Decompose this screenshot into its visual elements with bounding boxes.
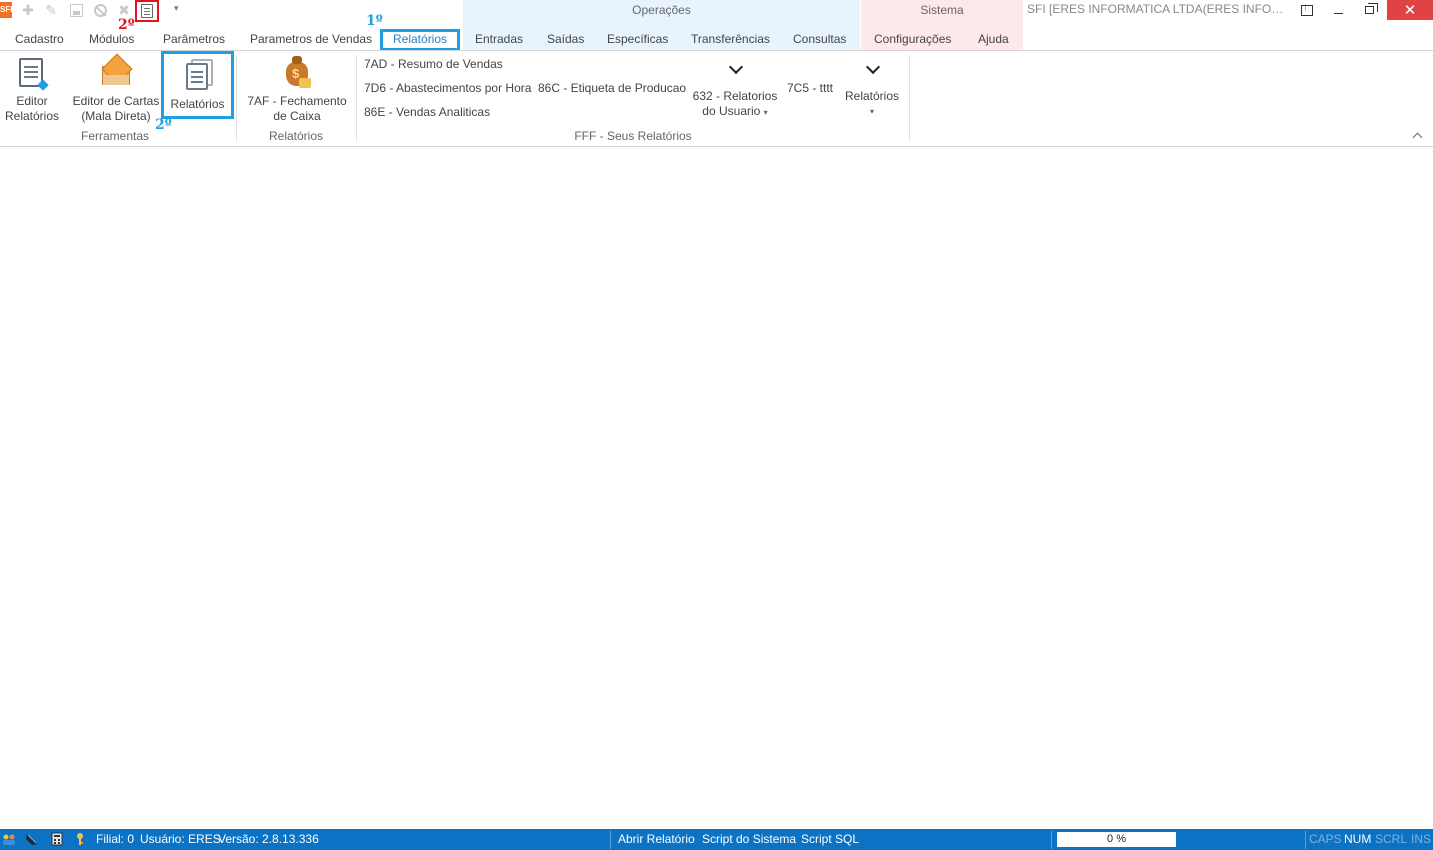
group-label-relatorios: Relatórios [268,129,324,143]
tab-transferencias[interactable]: Transferências [691,29,770,50]
fechamento-label-1: 7AF - Fechamento [247,94,347,108]
caps-indicator: CAPS [1309,832,1342,846]
relatorios-button-label: Relatórios [170,97,225,111]
editor-relatorios-label-2: Relatórios [4,109,60,123]
main-workspace [0,148,1433,829]
report-editor-icon [16,56,49,91]
editor-cartas-label-1: Editor de Cartas [72,94,160,108]
customize-quick-access-dropdown[interactable]: ▾ [174,3,179,14]
report-item-86c[interactable]: 86C - Etiqueta de Producao [538,81,686,95]
collapse-ribbon-icon[interactable] [1412,130,1424,142]
window-title: SFI [ERES INFORMATICA LTDA(ERES INFORMAT… [1027,2,1289,16]
editor-cartas-label-2: (Mala Direta) [81,109,151,123]
annotation-step1: 1º [366,13,383,29]
script-sql-link[interactable]: Script SQL [801,832,859,846]
report-item-7ad[interactable]: 7AD - Resumo de Vendas [364,57,503,71]
dropdown-caret-icon: ▾ [763,108,768,117]
edit-pencil-icon[interactable]: ✎ [41,1,61,19]
add-icon[interactable]: ✚ [18,1,38,19]
status-divider [1051,831,1052,849]
tab-ajuda[interactable]: Ajuda [978,29,1009,50]
minimize-icon [1333,12,1343,14]
usuario-gallery-label-2: do Usuario [702,104,761,118]
fechamento-label-2: de Caixa [273,109,321,123]
annotation-step2-ribbon: 2º [155,117,172,133]
num-indicator: NUM [1344,832,1372,846]
cancel-icon[interactable] [90,1,110,19]
editor-cartas-button[interactable]: Editor de Cartas (Mala Direta) [70,56,162,124]
usuario-gallery-label-1: 632 - Relatorios [692,89,778,103]
title-bar: SFI ✚ ✎ ✖ ▾ 2º Operações Sistema SFI [ER… [0,0,1433,50]
tab-parametros-de-vendas[interactable]: Parametros de Vendas [250,29,372,50]
status-usuario: Usuário: ERES [140,832,221,846]
status-bar: Filial: 0 Usuário: ERES Versão: 2.8.13.3… [0,829,1433,850]
status-versao: Versão: 2.8.13.336 [218,832,319,846]
envelope-icon [100,56,132,90]
fechamento-caixa-button[interactable]: 7AF - Fechamento de Caixa [244,56,350,124]
editor-relatorios-label-1: Editor [16,94,48,108]
progress-bar: 0 % [1057,832,1176,847]
usuario-reports-gallery-button[interactable]: 632 - Relatorios do Usuario ▾ [690,63,780,120]
relatorios-gallery-label: Relatórios [844,89,900,103]
relatorios-gallery-button[interactable]: Relatórios ▾ [840,63,904,119]
report-document-icon [141,4,153,18]
group-separator [356,55,357,141]
report-item-7c5[interactable]: 7C5 - tttt [787,81,833,95]
context-group-operacoes-label: Operações [632,3,691,17]
report-item-86e[interactable]: 86E - Vendas Analiticas [364,105,490,119]
app-logo: SFI [0,2,12,18]
ribbon-panel: Editor Relatórios Editor de Cartas (Mala… [0,51,1433,147]
group-label-ferramentas: Ferramentas [80,129,150,143]
tab-especificas[interactable]: Específicas [607,29,668,50]
progress-text: 0 % [1107,833,1126,845]
close-icon: ✕ [1403,2,1417,19]
minimize-button[interactable] [1323,0,1353,20]
status-divider [610,831,611,849]
relatorios-button[interactable]: Relatórios [161,51,234,119]
save-icon[interactable] [66,1,86,19]
money-bag-icon [281,56,313,90]
tab-cadastro[interactable]: Cadastro [15,29,64,50]
users-icon[interactable] [2,832,16,846]
chevron-down-icon [729,63,741,75]
status-filial: Filial: 0 [96,832,135,846]
ribbon-options-icon [1301,2,1313,16]
scrl-indicator: SCRL [1375,832,1408,846]
report-quick-access-button[interactable] [135,0,159,22]
restore-button[interactable] [1354,0,1384,20]
reports-documents-icon [182,59,214,93]
close-button[interactable]: ✕ [1387,0,1433,20]
ribbon-display-options-button[interactable] [1292,0,1322,20]
dropdown-caret-icon: ▾ [869,107,874,116]
tab-saidas[interactable]: Saídas [547,29,584,50]
tab-consultas[interactable]: Consultas [793,29,846,50]
restore-icon [1364,3,1378,14]
group-separator [909,55,910,141]
chevron-down-icon [866,63,878,75]
context-group-sistema-label: Sistema [920,3,964,17]
editor-relatorios-button[interactable]: Editor Relatórios [4,56,60,124]
abrir-relatorio-link[interactable]: Abrir Relatório [618,832,695,846]
ins-indicator: INS [1411,832,1432,846]
tab-relatorios[interactable]: Relatórios [380,29,461,51]
tab-modulos[interactable]: Módulos [89,29,134,50]
tab-entradas[interactable]: Entradas [475,29,523,50]
group-label-seus-relatorios: FFF - Seus Relatórios [574,129,692,143]
report-item-7d6[interactable]: 7D6 - Abastecimentos por Hora [364,81,531,95]
script-sistema-link[interactable]: Script do Sistema [702,832,796,846]
shield-icon[interactable] [25,832,39,846]
tab-parametros[interactable]: Parâmetros [163,29,225,50]
status-divider [1305,831,1306,849]
key-icon[interactable] [73,832,87,846]
tab-configuracoes[interactable]: Configurações [874,29,951,50]
calculator-icon[interactable] [50,832,64,846]
group-separator [236,55,237,141]
